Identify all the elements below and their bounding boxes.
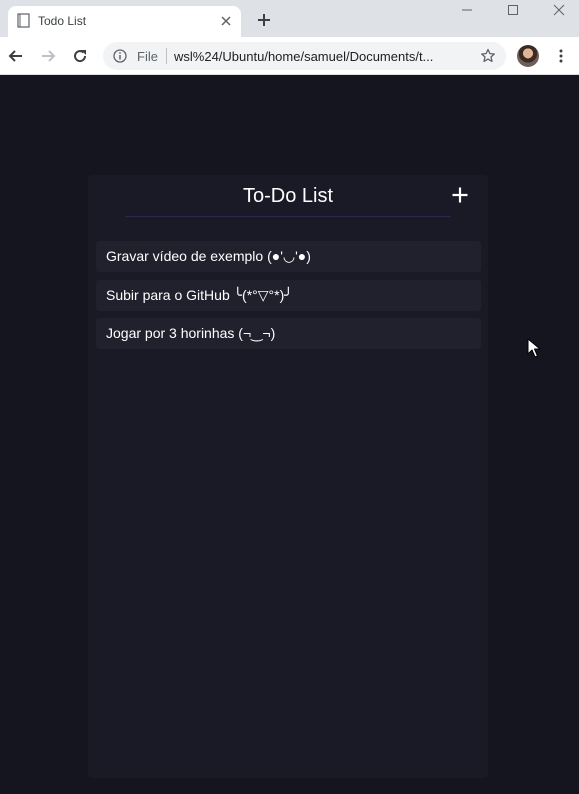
forward-icon[interactable]: [39, 47, 57, 65]
maximize-icon[interactable]: [506, 3, 520, 17]
todo-list: Gravar vídeo de exemplo (●'◡'●) Subir pa…: [96, 241, 481, 357]
browser-tab[interactable]: Todo List: [8, 6, 241, 37]
close-window-icon[interactable]: [552, 3, 566, 17]
mouse-cursor-icon: [527, 338, 541, 358]
address-bar[interactable]: File wsl%24/Ubuntu/home/samuel/Documents…: [103, 42, 506, 70]
bookmark-star-icon[interactable]: [480, 48, 496, 64]
omnibox-separator: [166, 48, 167, 64]
add-todo-icon[interactable]: [452, 187, 468, 203]
page-title: To-Do List: [242, 185, 334, 207]
todo-item[interactable]: Gravar vídeo de exemplo (●'◡'●): [96, 241, 481, 272]
profile-avatar[interactable]: [517, 45, 539, 67]
title-divider: [125, 216, 451, 217]
info-icon[interactable]: [113, 49, 127, 63]
todo-panel: To-Do List Gravar vídeo de exemplo (●'◡'…: [88, 175, 488, 778]
tab-strip: Todo List: [0, 0, 579, 37]
back-icon[interactable]: [7, 47, 25, 65]
browser-toolbar: File wsl%24/Ubuntu/home/samuel/Documents…: [0, 37, 579, 75]
url-text[interactable]: wsl%24/Ubuntu/home/samuel/Documents/t...: [174, 49, 466, 64]
scheme-label: File: [137, 49, 158, 64]
new-tab-icon[interactable]: [256, 12, 272, 28]
page-icon: [17, 13, 30, 28]
todo-item[interactable]: Jogar por 3 horinhas (¬‿¬): [96, 318, 481, 349]
minimize-icon[interactable]: [460, 3, 474, 17]
tab-title: Todo List: [38, 14, 87, 28]
reload-icon[interactable]: [71, 47, 89, 65]
more-menu-icon[interactable]: [553, 48, 569, 64]
todo-item[interactable]: Subir para o GitHub ╰(*°▽°*)╯: [96, 280, 481, 311]
close-tab-icon[interactable]: [220, 15, 232, 27]
page-viewport: To-Do List Gravar vídeo de exemplo (●'◡'…: [0, 75, 579, 794]
